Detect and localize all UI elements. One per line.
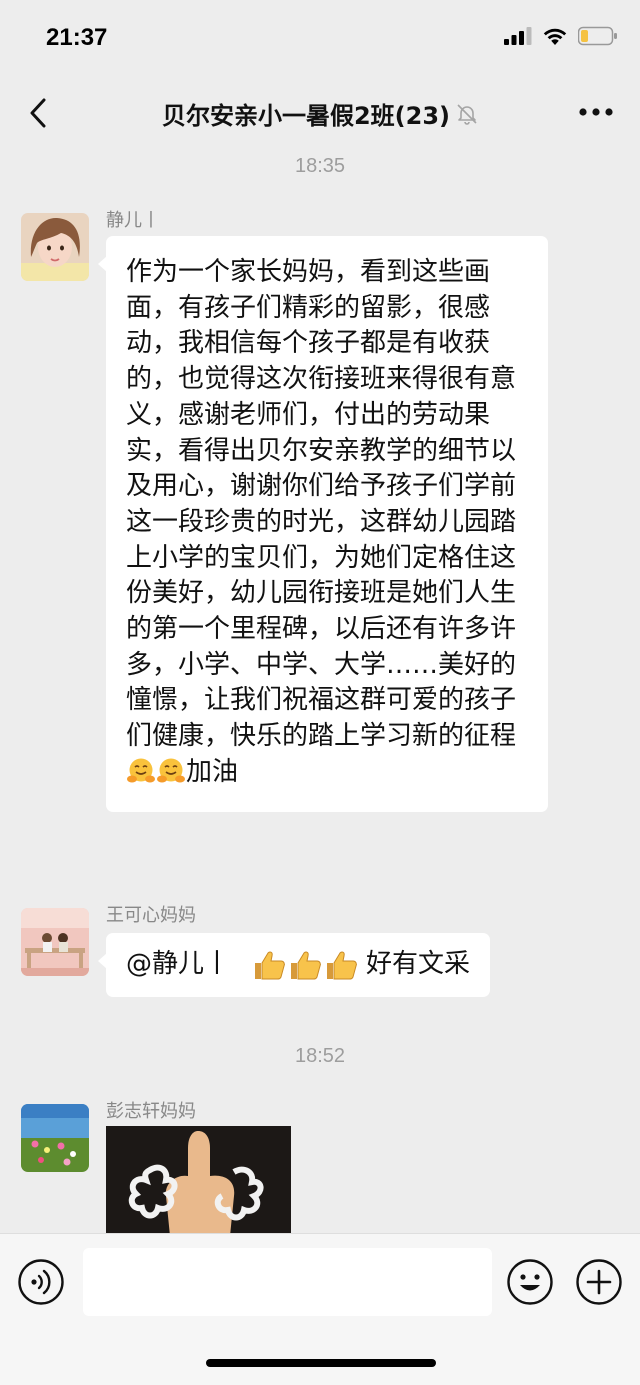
status-bar: 21:37 <box>0 0 640 80</box>
timestamp: 18:52 <box>294 1045 346 1067</box>
sender-name: 彭志轩妈妈 <box>106 1101 196 1122</box>
mention: @静儿丨 <box>126 949 231 980</box>
hugging-face-emoji <box>156 757 186 796</box>
plus-icon[interactable] <box>575 1258 623 1306</box>
thumbs-up-emoji <box>255 951 285 980</box>
home-indicator[interactable] <box>206 1359 436 1367</box>
message-text: 好有文采 <box>366 949 471 980</box>
voice-input-icon[interactable] <box>17 1258 65 1306</box>
avatar[interactable] <box>21 908 89 976</box>
more-dots-icon[interactable] <box>578 102 614 122</box>
emoji-smile-icon[interactable] <box>506 1258 554 1306</box>
avatar[interactable] <box>21 213 89 281</box>
battery-icon <box>578 26 617 46</box>
hugging-face-emoji <box>126 757 156 796</box>
status-icons <box>504 26 618 46</box>
nav-bar: 贝尔安亲小一暑假2班(23) <box>0 80 640 146</box>
page-title: 贝尔安亲小一暑假2班(23) <box>161 102 451 130</box>
chat-title-container: 贝尔安亲小一暑假2班(23) <box>0 96 640 131</box>
thumbs-up-emoji <box>327 951 357 980</box>
message-text-end: 加油 <box>186 756 239 787</box>
message-text: 作为一个家长妈妈，看到这些画面，有孩子们精彩的留影，很感动，我相信每个孩子都是有… <box>126 257 517 752</box>
message-input[interactable] <box>83 1248 492 1316</box>
image-message[interactable] <box>106 1126 291 1236</box>
muted-bell-icon <box>457 103 477 125</box>
avatar[interactable] <box>21 1104 89 1172</box>
thumbs-up-emoji <box>291 951 321 980</box>
message-bubble[interactable]: 作为一个家长妈妈，看到这些画面，有孩子们精彩的留影，很感动，我相信每个孩子都是有… <box>98 236 548 812</box>
signal-icon <box>504 27 532 45</box>
message-bubble[interactable]: @静儿丨 好有文采 <box>97 933 491 997</box>
status-time: 21:37 <box>46 24 108 51</box>
wifi-icon <box>543 28 567 45</box>
sender-name: 静儿丨 <box>106 210 160 231</box>
timestamp: 18:35 <box>294 155 346 177</box>
sender-name: 王可心妈妈 <box>106 905 196 926</box>
